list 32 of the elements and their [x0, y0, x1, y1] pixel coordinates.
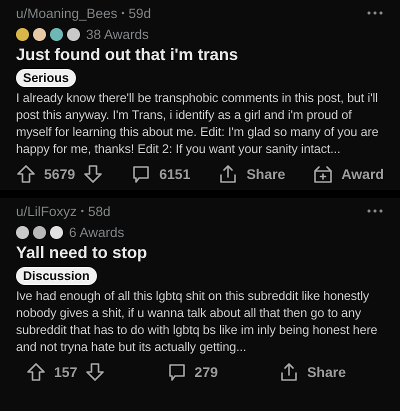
author-name[interactable]: u/LilFoxyz: [16, 204, 77, 218]
more-options-icon[interactable]: [366, 208, 384, 214]
author-name[interactable]: u/Moaning_Bees: [16, 6, 118, 20]
post-title[interactable]: Yall need to stop: [16, 243, 384, 264]
comments-button[interactable]: 279: [166, 362, 218, 382]
post-title[interactable]: Just found out that i'm trans: [16, 45, 384, 66]
comment-icon: [166, 362, 187, 382]
vote-score: 157: [54, 364, 78, 380]
awards-count: 38 Awards: [86, 26, 149, 42]
post-age: 59d: [128, 6, 152, 20]
dot-separator: •: [80, 206, 84, 216]
awards-count: 6 Awards: [69, 224, 124, 240]
share-icon: [218, 164, 238, 184]
flair-tag[interactable]: Discussion: [16, 267, 97, 285]
award-button[interactable]: Award: [313, 164, 384, 184]
post-text: I already know there'll be transphobic comments in this post, but i'll post this anyway. I'm Trans, i identify as a girl and i'm proud of myself for learning this about me. Edit: I'm glad so many of you are happy for me, thanks! Edit 2: If you want your sanity intact...: [16, 90, 380, 158]
share-icon: [279, 362, 300, 382]
share-button[interactable]: Share: [279, 362, 346, 382]
upvote-icon[interactable]: [16, 164, 36, 184]
post-text: Ive had enough of all this lgbtq shit on this subreddit like honestly nobody gives a shit, if u wanna talk about all that then go to any subreddit that has to do with lgbtq bs like im inly being honest here and not tryna hate but its actually getting...: [16, 288, 378, 356]
dot-separator: •: [121, 8, 124, 18]
downvote-icon[interactable]: [85, 362, 106, 382]
downvote-icon[interactable]: [83, 164, 104, 184]
vote-score: 5679: [44, 166, 76, 182]
comment-icon: [131, 164, 152, 184]
post-age: 58d: [88, 204, 110, 218]
share-button[interactable]: Share: [218, 164, 286, 184]
upvote-icon[interactable]: [26, 362, 46, 382]
gift-icon: [313, 164, 334, 184]
flair-tag[interactable]: Serious: [16, 69, 76, 87]
comments-button[interactable]: 6151: [131, 164, 190, 184]
more-options-icon[interactable]: [366, 10, 384, 16]
